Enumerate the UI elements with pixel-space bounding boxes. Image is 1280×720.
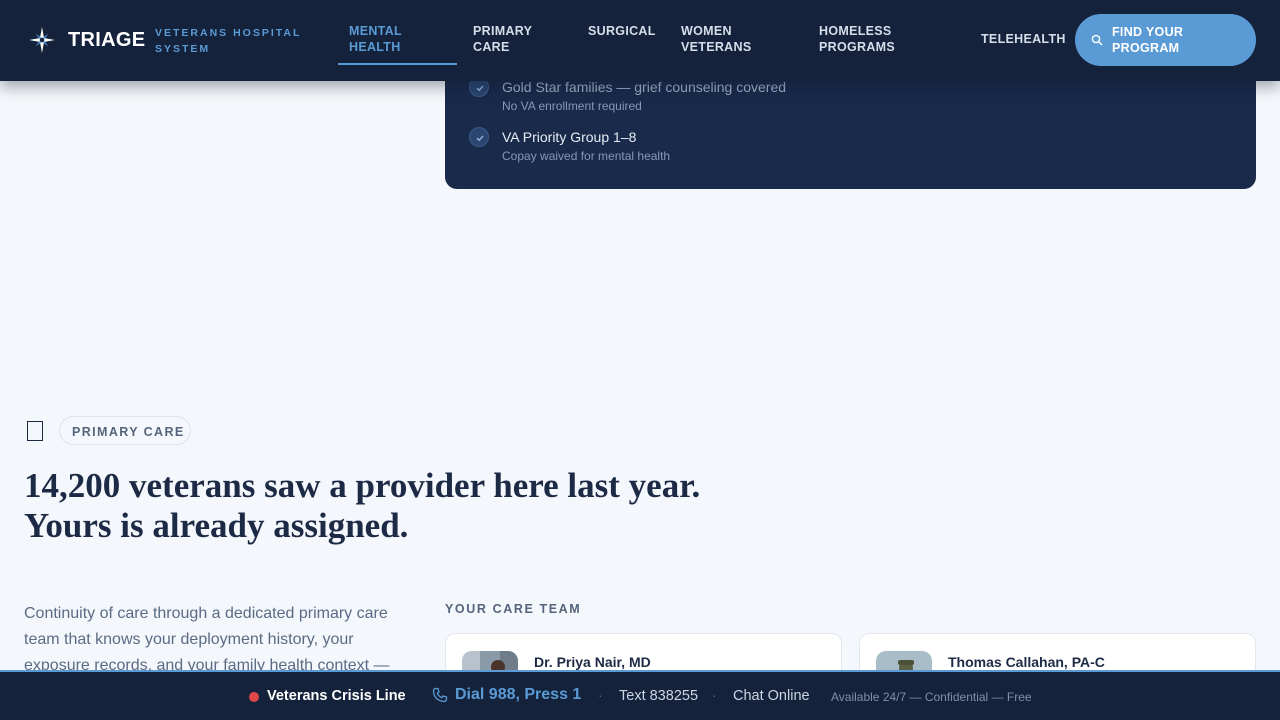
nav-item-primary-care[interactable]: PRIMARY CARE	[473, 23, 568, 55]
document-icon	[27, 421, 43, 441]
top-navigation-bar: TRIAGE VETERANS HOSPITAL SYSTEM MENTAL H…	[0, 0, 1280, 81]
eligibility-item-title: Gold Star families — grief counseling co…	[502, 79, 787, 95]
crisis-line-title: Veterans Crisis Line	[267, 688, 406, 704]
compass-star-icon[interactable]	[28, 26, 56, 54]
separator: ·	[712, 687, 717, 703]
eligibility-item-subtitle: Copay waived for mental health	[502, 149, 671, 163]
brand-name[interactable]: TRIAGE	[68, 29, 145, 52]
nav-item-mental-health[interactable]: MENTAL HEALTH	[349, 23, 449, 55]
headline-line: Yours is already assigned.	[24, 506, 409, 545]
care-team-label: YOUR CARE TEAM	[445, 602, 582, 616]
dial-988-link[interactable]: Dial 988, Press 1	[455, 686, 581, 704]
active-nav-indicator	[338, 63, 457, 65]
section-tag: PRIMARY CARE	[59, 416, 191, 445]
alert-dot-icon	[249, 692, 259, 702]
nav-item-women-veterans[interactable]: WOMEN VETERANS	[681, 23, 776, 55]
phone-icon	[432, 687, 448, 703]
section-headline: 14,200 veterans saw a provider here last…	[24, 466, 784, 546]
provider-name: Dr. Priya Nair, MD	[534, 654, 651, 670]
chat-online-link[interactable]: Chat Online	[733, 688, 810, 704]
brand-subtitle: VETERANS HOSPITAL SYSTEM	[155, 27, 302, 55]
crisis-availability-note: Available 24/7 — Confidential — Free	[831, 690, 1032, 704]
find-your-program-label: FIND YOUR PROGRAM	[1112, 25, 1184, 55]
nav-item-surgical[interactable]: SURGICAL	[588, 23, 668, 39]
check-icon	[469, 127, 489, 147]
eligibility-item-title: VA Priority Group 1–8	[502, 129, 637, 145]
find-your-program-button[interactable]: FIND YOUR PROGRAM	[1075, 14, 1256, 66]
nav-item-homeless-programs[interactable]: HOMELESS PROGRAMS	[819, 23, 929, 55]
section-tag-label: PRIMARY CARE	[72, 425, 185, 439]
crisis-line-bar: Veterans Crisis Line Dial 988, Press 1 ·…	[0, 670, 1280, 720]
separator: ·	[598, 687, 603, 703]
eligibility-item-subtitle: No VA enrollment required	[502, 99, 642, 113]
provider-name: Thomas Callahan, PA-C	[948, 654, 1105, 670]
headline-line: 14,200 veterans saw a provider here last…	[24, 466, 701, 505]
text-838255-link[interactable]: Text 838255	[619, 688, 698, 704]
section-lead-text: Continuity of care through a dedicated p…	[24, 605, 390, 674]
search-icon	[1091, 34, 1103, 46]
nav-item-telehealth[interactable]: TELEHEALTH	[981, 31, 1071, 47]
